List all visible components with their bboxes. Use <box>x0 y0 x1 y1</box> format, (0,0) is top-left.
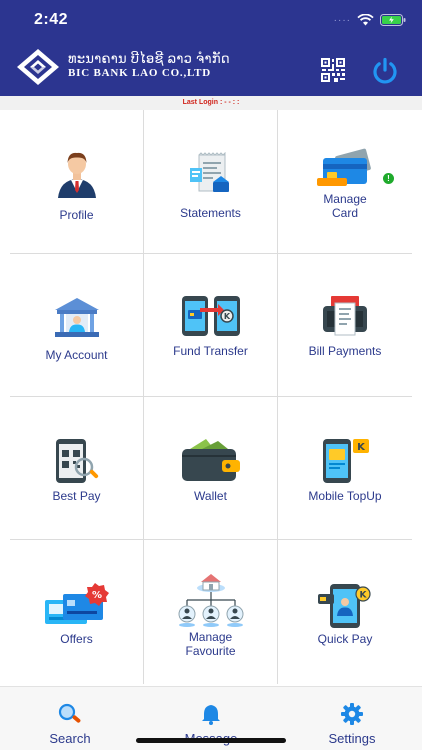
tile-statements[interactable]: Statements <box>144 110 277 253</box>
statement-icon <box>189 152 229 192</box>
tile-mobile-topup-label: Mobile TopUp <box>308 489 382 503</box>
tile-manage-favourite-label: Manage Favourite <box>185 630 236 658</box>
tile-best-pay-label: Best Pay <box>52 489 101 503</box>
tile-manage-card[interactable]: Manage Card ! <box>278 110 412 253</box>
wallet-icon <box>181 439 240 481</box>
tile-wallet-label: Wallet <box>194 489 227 503</box>
home-indicator[interactable] <box>136 738 286 743</box>
status-bar: 2:42 ···· <box>0 0 422 44</box>
bill-icon <box>323 296 367 336</box>
nav-settings[interactable]: Settings <box>302 703 402 746</box>
bank-building-icon <box>54 298 99 337</box>
menu-grid: Profile Statements Manage Card ! My Acco… <box>10 110 412 684</box>
gear-icon <box>341 703 363 725</box>
bic-logo-icon <box>17 49 59 85</box>
qr-code-button[interactable] <box>320 57 346 83</box>
svg-text:K: K <box>223 312 230 321</box>
tile-fund-transfer-label: Fund Transfer <box>173 344 248 358</box>
tile-bill-payments-label: Bill Payments <box>308 344 382 358</box>
tile-wallet[interactable]: Wallet <box>144 397 277 539</box>
tile-mobile-topup[interactable]: K Mobile TopUp <box>278 397 412 539</box>
tile-bill-payments[interactable]: Bill Payments <box>278 254 412 396</box>
tile-offers[interactable]: % Offers <box>10 540 143 684</box>
power-logout-button[interactable] <box>370 56 400 86</box>
nav-search-label: Search <box>49 731 91 746</box>
svg-text:K: K <box>360 591 368 601</box>
tile-quick-pay[interactable]: K Quick Pay <box>278 540 412 684</box>
bank-name-lao: ທະນາຄານ ບີໄອຊີ ລາວ ຈໍາກັດ <box>68 51 230 66</box>
favourite-network-icon <box>178 574 243 627</box>
search-icon <box>58 703 81 723</box>
status-time: 2:42 <box>34 11 69 28</box>
card-icon <box>317 148 371 186</box>
tile-my-account-label: My Account <box>45 348 108 362</box>
wifi-icon <box>357 14 374 26</box>
tile-profile-label: Profile <box>59 208 94 222</box>
bell-icon <box>202 705 220 725</box>
quick-pay-icon: K <box>318 584 371 628</box>
nav-settings-label: Settings <box>328 731 376 746</box>
tile-fund-transfer[interactable]: K Fund Transfer <box>144 254 277 396</box>
tile-statements-label: Statements <box>180 206 241 220</box>
bank-name-en: BIC BANK LAO CO.,LTD <box>68 67 212 79</box>
last-login-bar: Last Login : - - : : <box>0 96 422 110</box>
manage-card-alert-badge: ! <box>383 173 394 184</box>
transfer-icon: K <box>181 296 240 336</box>
tile-best-pay[interactable]: Best Pay <box>10 397 143 539</box>
person-icon <box>57 152 96 198</box>
tile-offers-label: Offers <box>60 632 93 646</box>
tile-manage-favourite[interactable]: Manage Favourite <box>144 540 277 684</box>
last-login-text: Last Login : - - : : <box>182 99 240 106</box>
svg-text:K: K <box>357 442 366 453</box>
mobile-topup-icon: K <box>323 439 369 483</box>
qr-scan-icon <box>55 439 98 483</box>
tile-my-account[interactable]: My Account <box>10 254 143 396</box>
tile-quick-pay-label: Quick Pay <box>317 632 373 646</box>
offer-icon: % <box>44 583 109 624</box>
signal-dots: ···· <box>333 14 351 26</box>
svg-text:%: % <box>91 590 101 601</box>
app-header: ທະນາຄານ ບີໄອຊີ ລາວ ຈໍາກັດ BIC BANK LAO C… <box>0 44 422 96</box>
tile-manage-card-label: Manage Card <box>323 192 367 220</box>
status-icons: ···· <box>334 14 406 26</box>
nav-search[interactable]: Search <box>20 703 120 746</box>
tile-profile[interactable]: Profile <box>10 110 143 253</box>
battery-icon <box>380 14 406 26</box>
